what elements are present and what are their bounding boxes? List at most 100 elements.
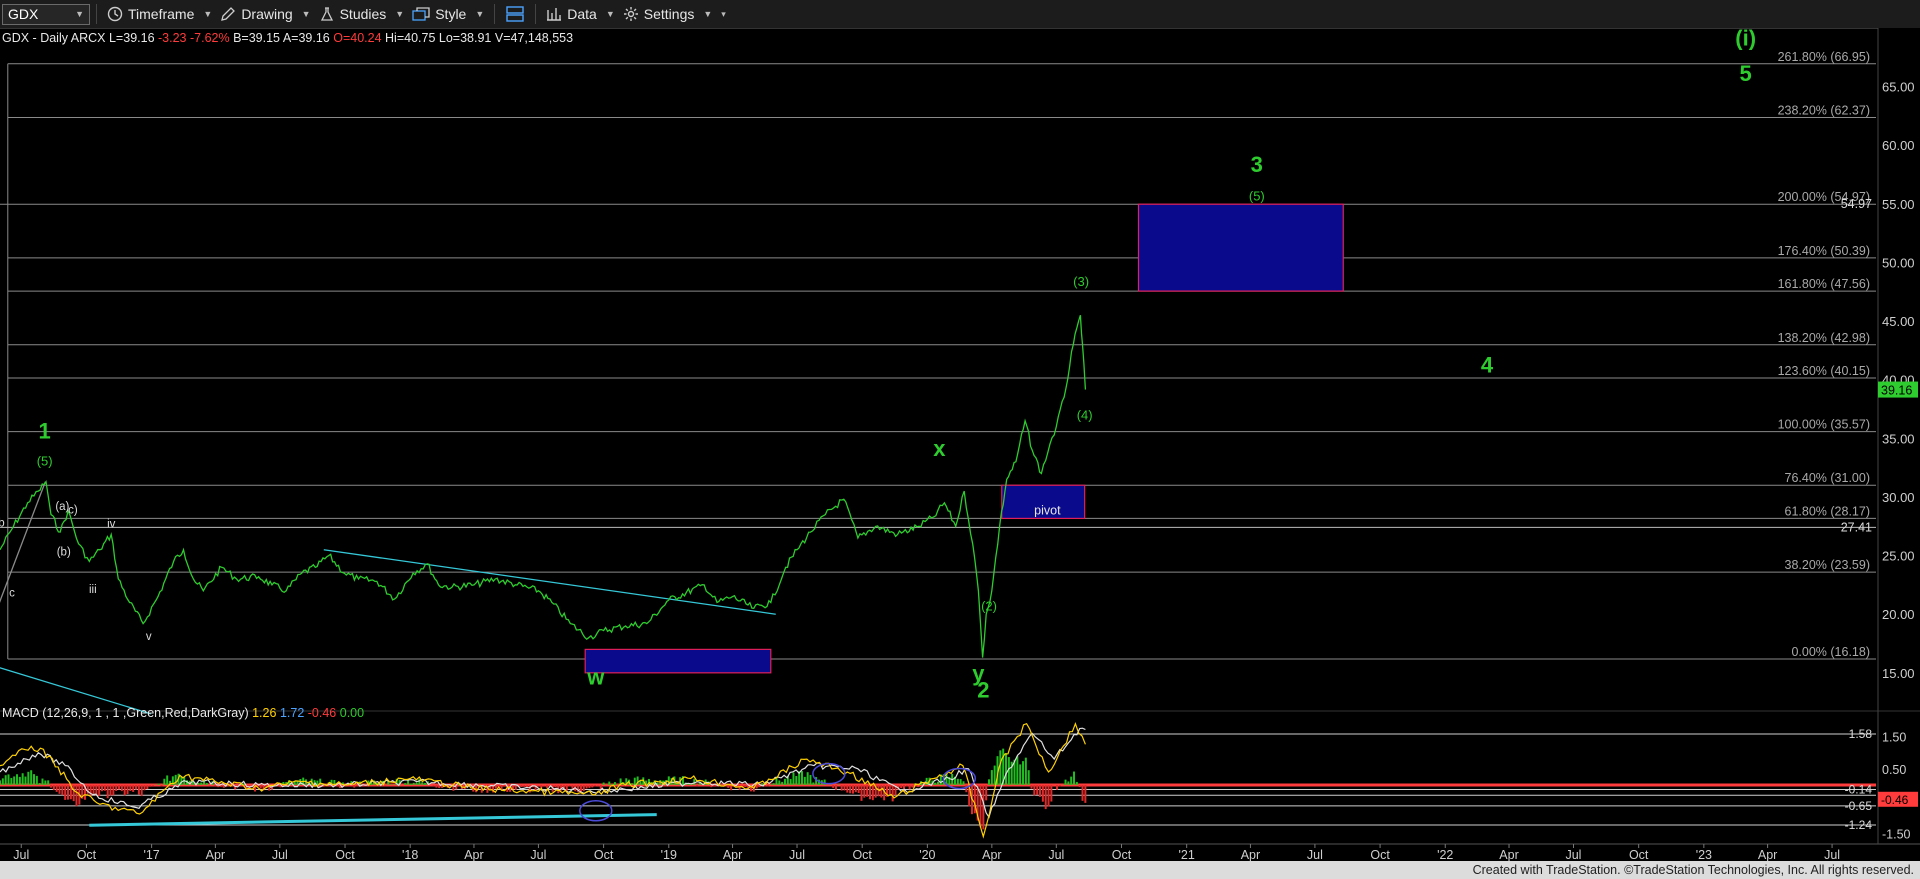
price-axis-tick-label: 25.00 bbox=[1882, 549, 1915, 564]
drawing-button[interactable]: Drawing ▼ bbox=[216, 2, 314, 26]
wave-label: 1 bbox=[39, 418, 51, 443]
macd-level-label: 1.58 bbox=[1849, 727, 1873, 741]
fib-level-label: 238.20% (62.37) bbox=[1778, 103, 1870, 117]
footer: Created with TradeStation. ©TradeStation… bbox=[0, 861, 1920, 879]
toolbar-separator bbox=[96, 4, 97, 24]
macd-line bbox=[0, 721, 1086, 839]
date-axis-tick-label: Oct bbox=[77, 848, 97, 861]
date-axis-tick-label: Jul bbox=[789, 848, 805, 861]
pencil-icon bbox=[221, 7, 236, 21]
date-axis-tick-label: Jul bbox=[1307, 848, 1323, 861]
wave-label: w bbox=[586, 665, 605, 690]
macd-signal-line bbox=[0, 727, 1086, 819]
date-axis-tick-label: Oct bbox=[594, 848, 614, 861]
layout-icon bbox=[506, 6, 524, 22]
style-icon bbox=[412, 7, 430, 21]
divergence-circle bbox=[579, 800, 613, 822]
macd-label: MACD (12,26,9, 1 , 1 ,Green,Red,DarkGray… bbox=[2, 706, 364, 720]
date-axis-tick-label: '19 bbox=[661, 848, 677, 861]
date-axis-tick-label: Apr bbox=[1241, 848, 1260, 861]
price-axis-tick-label: 45.00 bbox=[1882, 314, 1915, 329]
date-axis-tick-label: Apr bbox=[723, 848, 742, 861]
timeframe-button[interactable]: Timeframe ▼ bbox=[103, 2, 216, 26]
date-axis-tick-label: Oct bbox=[852, 848, 872, 861]
macd-title: MACD (12,26,9, 1 , 1 ,Green,Red,DarkGray… bbox=[2, 706, 249, 720]
footer-text: Created with TradeStation. ©TradeStation… bbox=[1472, 863, 1914, 877]
wave-label: (5) bbox=[1249, 188, 1265, 203]
wave-label: v bbox=[146, 631, 152, 643]
price-axis-tick-label: 65.00 bbox=[1882, 80, 1915, 95]
chevron-down-icon[interactable]: ▼ bbox=[75, 9, 84, 19]
price-axis-tick-label: 55.00 bbox=[1882, 197, 1915, 212]
settings-label: Settings bbox=[643, 6, 695, 22]
fib-level-label: 161.80% (47.56) bbox=[1778, 277, 1870, 291]
flask-icon bbox=[320, 7, 333, 21]
price-axis-tick-label: 35.00 bbox=[1882, 431, 1915, 446]
style-label: Style bbox=[435, 6, 467, 22]
chart-area[interactable]: 15.0020.0025.0030.0035.0040.0045.0050.00… bbox=[0, 28, 1920, 861]
macd-level-label: -1.24 bbox=[1845, 818, 1873, 832]
timeframe-label: Timeframe bbox=[128, 6, 195, 22]
date-axis-tick-label: Jul bbox=[1048, 848, 1064, 861]
fib-level-label: 38.20% (23.59) bbox=[1785, 558, 1870, 572]
symbol-selector[interactable]: GDX ▼ bbox=[2, 3, 90, 25]
macd-zero-value: 0.00 bbox=[339, 706, 365, 720]
chevron-down-icon: ▼ bbox=[395, 9, 405, 19]
wave-label: iv bbox=[107, 518, 116, 530]
date-axis-tick-label: '17 bbox=[143, 848, 159, 861]
layout-button[interactable] bbox=[501, 2, 529, 26]
price-axis-tick-label: 60.00 bbox=[1882, 138, 1915, 153]
drawing-label: Drawing bbox=[241, 6, 293, 22]
fib-level-label: 261.80% (66.95) bbox=[1778, 50, 1870, 64]
fib-level-label: 176.40% (50.39) bbox=[1778, 244, 1870, 258]
wave-label: 3 bbox=[1251, 152, 1263, 177]
wave-label: (3) bbox=[1073, 274, 1089, 289]
fib-level-label: 100.00% (35.57) bbox=[1778, 418, 1870, 432]
data-label: Data bbox=[567, 6, 597, 22]
date-axis-tick-label: Jul bbox=[272, 848, 288, 861]
date-axis-tick-label: Oct bbox=[1370, 848, 1390, 861]
macd-diff-label: -0.46 bbox=[1881, 793, 1909, 807]
symbol-text[interactable]: GDX bbox=[8, 6, 38, 22]
date-axis-tick-label: Apr bbox=[982, 848, 1001, 861]
level-label: 54.97 bbox=[1841, 197, 1872, 211]
macd-diff-value: -0.46 bbox=[307, 706, 337, 720]
studies-label: Studies bbox=[339, 6, 387, 22]
last-price-label: 39.16 bbox=[1881, 384, 1912, 398]
settings-button[interactable]: Settings ▼ ▾ bbox=[619, 2, 730, 26]
macd-trendline bbox=[89, 813, 657, 827]
date-axis-tick-label: Jul bbox=[1565, 848, 1581, 861]
price-axis-tick-label: 15.00 bbox=[1882, 666, 1915, 681]
style-button[interactable]: Style ▼ bbox=[408, 2, 488, 26]
wave-label: (5) bbox=[37, 453, 53, 468]
target-box bbox=[584, 648, 772, 674]
price-axis-tick-label: 30.00 bbox=[1882, 490, 1915, 505]
macd-axis-tick-label: 0.50 bbox=[1882, 763, 1906, 777]
date-axis-tick-label: Oct bbox=[1629, 848, 1649, 861]
fib-level-label: 138.20% (42.98) bbox=[1778, 331, 1870, 345]
date-axis-tick-label: Apr bbox=[1758, 848, 1777, 861]
date-axis-tick-label: Apr bbox=[1499, 848, 1518, 861]
target-box bbox=[1137, 203, 1344, 292]
wave-label: 4 bbox=[1481, 353, 1494, 378]
macd-value: 1.26 bbox=[252, 706, 277, 720]
date-axis-tick-label: '22 bbox=[1437, 848, 1453, 861]
trendline bbox=[0, 481, 46, 603]
chevron-down-icon: ▼ bbox=[703, 9, 713, 19]
toolbar-separator bbox=[535, 4, 537, 24]
studies-button[interactable]: Studies ▼ bbox=[315, 2, 409, 26]
fib-level-label: 61.80% (28.17) bbox=[1785, 504, 1870, 518]
chevron-down-icon: ▼ bbox=[301, 9, 311, 19]
date-axis-tick-label: '23 bbox=[1696, 848, 1712, 861]
wave-label: 2 bbox=[977, 677, 989, 702]
wave-label: x bbox=[933, 436, 946, 461]
date-axis-tick-label: Jul bbox=[530, 848, 546, 861]
date-axis-tick-label: Jul bbox=[13, 848, 29, 861]
bar-chart-icon bbox=[547, 8, 562, 21]
divergence-circle bbox=[812, 762, 846, 785]
toolbar-separator bbox=[494, 4, 496, 24]
wave-label: 5 bbox=[1740, 61, 1752, 86]
clock-icon bbox=[107, 6, 123, 22]
date-axis-tick-label: Oct bbox=[335, 848, 355, 861]
data-button[interactable]: Data ▼ bbox=[542, 2, 619, 26]
